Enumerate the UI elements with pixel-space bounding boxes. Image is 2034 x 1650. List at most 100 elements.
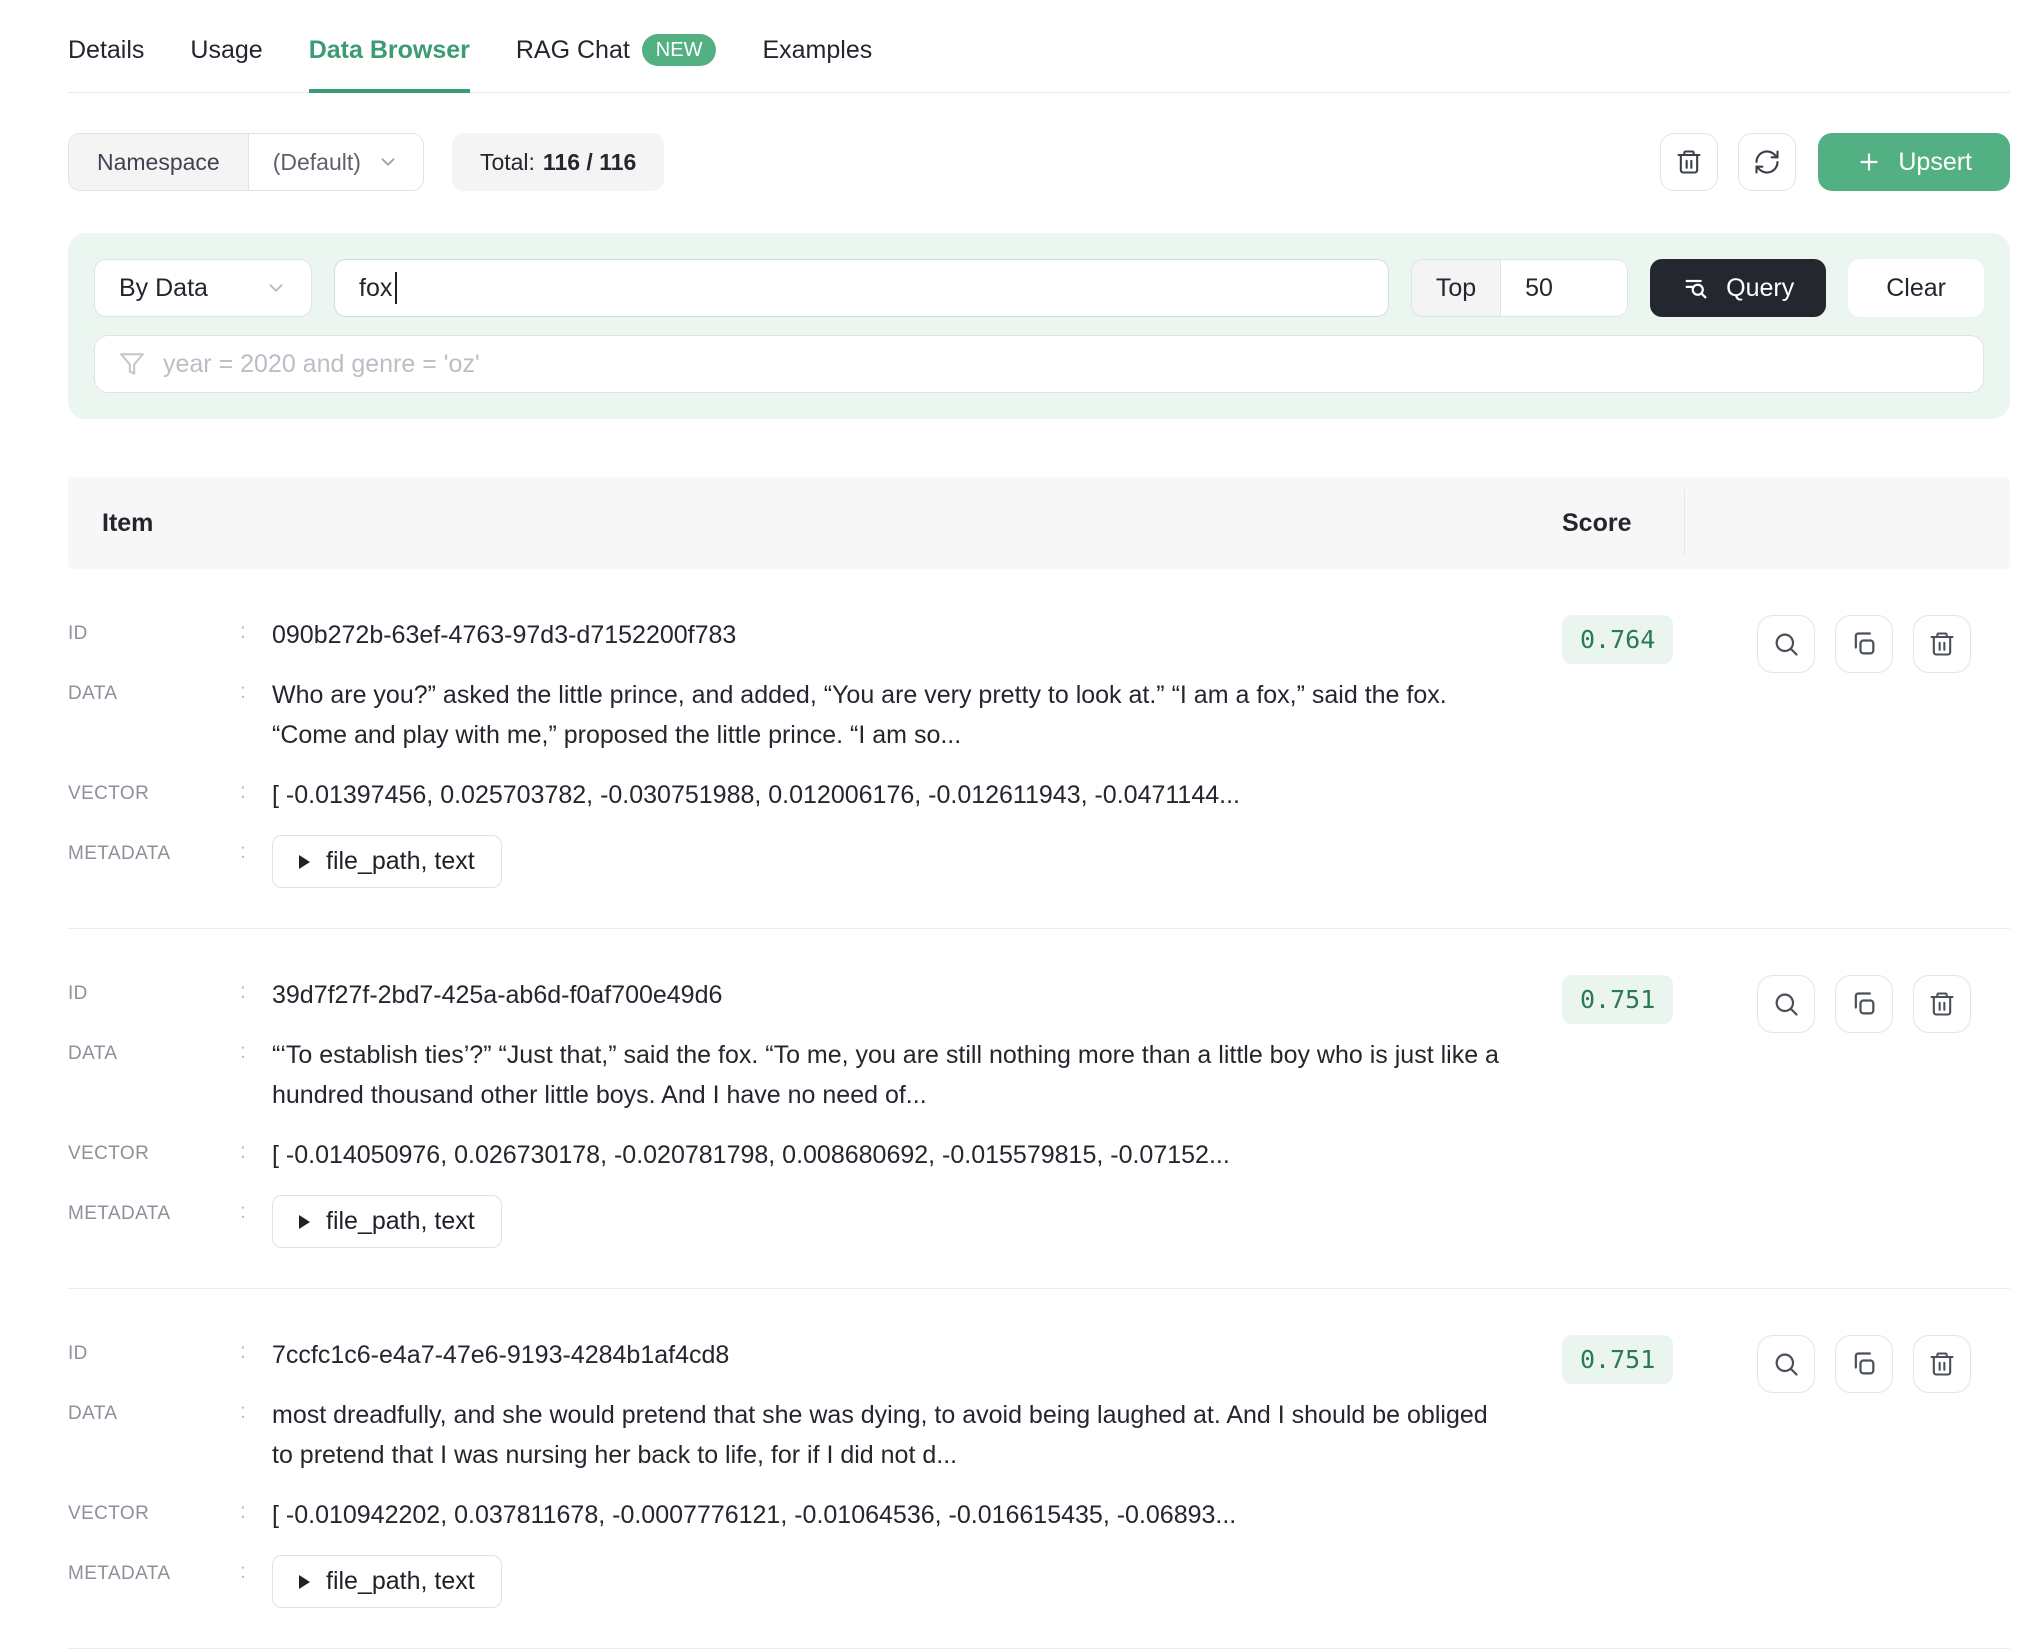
total-label: Total: [479,148,535,175]
id-field: ID: 39d7f27f-2bd7-425a-ab6d-f0af700e49d6 [68,975,1562,1015]
table-header: Item Score [68,477,2010,569]
search-icon [1775,633,1798,656]
data-label: DATA [68,1043,118,1064]
copy-icon [1854,632,1875,655]
query-button-label: Query [1726,273,1795,302]
data-field: DATA: “‘To establish ties’?” “Just that,… [68,1035,1562,1115]
namespace-dropdown[interactable]: (Default) [248,134,423,190]
top-k-input[interactable]: 50 [1501,260,1628,316]
column-header-score: Score [1562,488,1757,555]
inspect-row-button[interactable] [1757,615,1815,673]
vector-field: VECTOR: [ -0.01397456, 0.025703782, -0.0… [68,775,1562,815]
copy-icon [1854,1352,1875,1375]
namespace-selector: Namespace (Default) [68,133,424,191]
metadata-keys: file_path, text [326,1207,475,1235]
tab-label: Data Browser [308,35,470,64]
query-button[interactable]: Query [1650,259,1827,317]
chevron-down-icon [269,284,283,292]
copy-row-button[interactable] [1835,1335,1893,1393]
filter-input[interactable] [163,349,1959,379]
id-field: ID: 090b272b-63ef-4763-97d3-d7152200f783 [68,615,1562,655]
tab-details[interactable]: Details [68,36,144,93]
expand-triangle-icon [299,1574,310,1589]
tab-bar: Details Usage Data Browser RAG Chat NEW … [68,0,2010,93]
metadata-label: METADATA [68,843,171,864]
total-count: Total: 116 / 116 [451,133,665,191]
inspect-row-button[interactable] [1757,1335,1815,1393]
delete-row-button[interactable] [1913,1335,1971,1393]
vector-value: [ -0.01397456, 0.025703782, -0.030751988… [272,781,1240,809]
tab-examples[interactable]: Examples [762,36,872,93]
row-actions [1757,615,2010,888]
row-actions [1757,1335,2010,1608]
vector-field: VECTOR: [ -0.014050976, 0.026730178, -0.… [68,1135,1562,1175]
tab-label: Examples [762,35,873,64]
id-field: ID: 7ccfc1c6-e4a7-47e6-9193-4284b1af4cd8 [68,1335,1562,1375]
metadata-keys: file_path, text [326,847,475,875]
table-row: ID: 39d7f27f-2bd7-425a-ab6d-f0af700e49d6… [68,929,2010,1289]
trash-icon [1930,632,1954,656]
metadata-field: METADATA: file_path, text [68,1195,1562,1248]
delete-row-button[interactable] [1913,975,1971,1033]
chevron-down-icon [381,158,395,166]
namespace-label: Namespace [69,134,249,190]
top-k-control: Top 50 [1410,259,1629,317]
refresh-button[interactable] [1738,133,1797,191]
table-row: ID: 090b272b-63ef-4763-97d3-d7152200f783… [68,569,2010,929]
score-cell: 0.764 [1562,615,1757,888]
data-value: “‘To establish ties’?” “Just that,” said… [272,1041,1499,1109]
new-badge: NEW [641,34,717,66]
vector-field: VECTOR: [ -0.010942202, 0.037811678, -0.… [68,1495,1562,1535]
toolbar: Namespace (Default) Total: 116 / 116 Ups… [68,133,2010,191]
row-actions [1757,975,2010,1248]
filter-funnel-icon [120,353,144,375]
tab-label: Details [68,35,145,64]
copy-icon [1854,992,1875,1015]
clear-button[interactable]: Clear [1848,259,1984,317]
delete-row-button[interactable] [1913,615,1971,673]
top-label: Top [1411,260,1502,316]
metadata-label: METADATA [68,1563,171,1584]
data-value: Who are you?” asked the little prince, a… [272,681,1447,749]
metadata-expand-button[interactable]: file_path, text [272,1555,502,1608]
metadata-field: METADATA: file_path, text [68,1555,1562,1608]
expand-triangle-icon [299,1214,310,1229]
upsert-button[interactable]: Upsert [1818,133,2010,191]
copy-row-button[interactable] [1835,975,1893,1033]
filter-input-wrapper [94,335,1984,393]
score-badge: 0.751 [1562,1335,1674,1384]
delete-namespace-button[interactable] [1660,133,1719,191]
search-input[interactable]: fox [334,259,1389,317]
data-value: most dreadfully, and she would pretend t… [272,1401,1488,1469]
score-cell: 0.751 [1562,975,1757,1248]
tab-data-browser[interactable]: Data Browser [308,35,470,93]
data-label: DATA [68,1403,118,1424]
total-value: 116 / 116 [542,148,637,175]
query-mode-select[interactable]: By Data [94,259,312,317]
inspect-row-button[interactable] [1757,975,1815,1033]
metadata-expand-button[interactable]: file_path, text [272,1195,502,1248]
tab-rag-chat[interactable]: RAG Chat NEW [516,34,717,94]
results-table: Item Score ID: 090b272b-63ef-4763-97d3-d… [68,477,2010,1649]
upsert-label: Upsert [1898,147,1972,176]
list-search-icon [1685,279,1707,299]
id-value: 39d7f27f-2bd7-425a-ab6d-f0af700e49d6 [272,981,723,1009]
tab-label: RAG Chat [515,35,630,64]
copy-row-button[interactable] [1835,615,1893,673]
data-field: DATA: Who are you?” asked the little pri… [68,675,1562,755]
metadata-expand-button[interactable]: file_path, text [272,835,502,888]
id-label: ID [68,623,88,644]
vector-label: VECTOR [68,1503,150,1524]
metadata-field: METADATA: file_path, text [68,835,1562,888]
vector-value: [ -0.010942202, 0.037811678, -0.00077761… [272,1501,1237,1529]
plus-icon [1860,153,1879,171]
trash-icon [1930,992,1954,1016]
namespace-value: (Default) [272,148,361,175]
id-value: 090b272b-63ef-4763-97d3-d7152200f783 [272,621,737,649]
tab-usage[interactable]: Usage [190,36,262,93]
text-caret [395,272,398,304]
score-badge: 0.751 [1562,975,1674,1024]
id-label: ID [68,983,88,1004]
data-label: DATA [68,683,118,704]
id-label: ID [68,1343,88,1364]
